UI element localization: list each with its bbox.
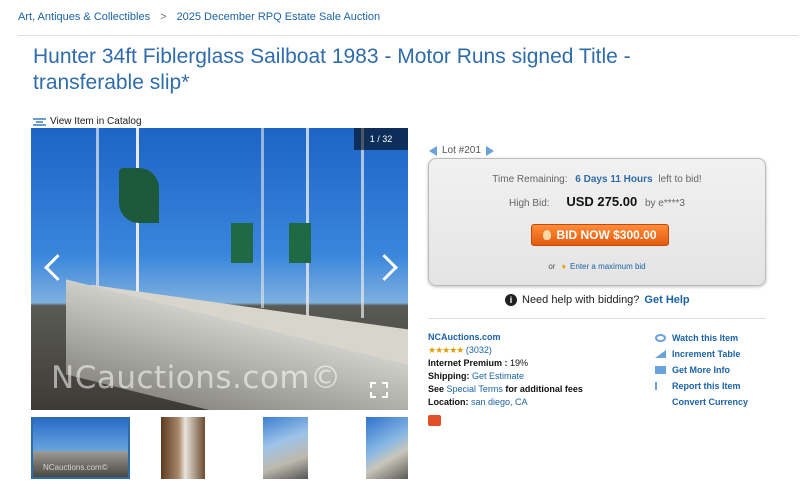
- divider: [18, 35, 798, 36]
- thumbnail-strip: NCauctions.com©: [31, 417, 408, 481]
- increment-table-action[interactable]: Increment Table: [655, 346, 748, 362]
- photo-watermark: NCauctions.com©: [51, 360, 342, 396]
- lightbulb-icon: [543, 230, 552, 240]
- high-bid-label: High Bid:: [509, 198, 550, 209]
- time-remaining-label: Time Remaining:: [492, 174, 568, 185]
- time-remaining: Time Remaining: 6 Days 11 Hours left to …: [429, 174, 765, 185]
- time-remaining-value: 6 Days 11 Hours: [575, 174, 653, 185]
- sail-cover: [119, 168, 159, 223]
- breadcrumb-category-link[interactable]: Art, Antiques & Collectibles: [18, 11, 150, 23]
- watch-item-link[interactable]: Watch this Item: [672, 330, 738, 346]
- thumbnail[interactable]: [263, 417, 308, 479]
- breadcrumb-auction-link[interactable]: 2025 December RPQ Estate Sale Auction: [177, 11, 381, 23]
- photo-counter: 1 / 32: [354, 128, 408, 150]
- star-icon: ♦: [561, 262, 566, 271]
- breadcrumb-separator: >: [160, 11, 167, 23]
- watch-item-action[interactable]: Watch this Item: [655, 330, 748, 346]
- thumbnail-watermark: NCauctions.com©: [43, 463, 108, 472]
- premium-value: 19%: [510, 358, 529, 368]
- item-actions: Watch this Item Increment Table Get More…: [655, 330, 748, 410]
- max-bid-prefix: or: [548, 262, 556, 271]
- lot-navigation: Lot #201: [429, 145, 494, 156]
- next-arrow-icon[interactable]: [378, 254, 394, 280]
- sail-canvas: [231, 223, 253, 263]
- bidding-help: i Need help with bidding? Get Help: [505, 294, 690, 306]
- mast: [261, 128, 264, 308]
- mast: [361, 128, 364, 318]
- time-remaining-suffix: left to bid!: [658, 174, 702, 185]
- increment-table-link[interactable]: Increment Table: [672, 346, 740, 362]
- bid-panel: Time Remaining: 6 Days 11 Hours left to …: [428, 158, 766, 286]
- more-info-action[interactable]: Get More Info: [655, 362, 748, 378]
- thumbnail[interactable]: [161, 417, 205, 479]
- terms-suffix: for additional fees: [505, 384, 583, 394]
- more-info-link[interactable]: Get More Info: [672, 362, 730, 378]
- info-icon: i: [505, 294, 517, 306]
- catalog-icon: [33, 117, 46, 126]
- location-label: Location:: [428, 397, 469, 407]
- rating-stars-icon: ★★★★★: [428, 345, 464, 355]
- main-photo[interactable]: 1 / 32 NCauctions.com©: [31, 128, 408, 410]
- max-bid-row: or ♦ Enter a maximum bid: [429, 262, 765, 271]
- shipping-label: Shipping:: [428, 371, 470, 381]
- fullscreen-icon[interactable]: [370, 382, 388, 398]
- envelope-icon: [655, 366, 666, 374]
- high-bidder: by e****3: [644, 198, 685, 209]
- location-link[interactable]: san diego, CA: [471, 397, 528, 407]
- shipping-estimate-link[interactable]: Get Estimate: [472, 371, 524, 381]
- view-in-catalog-link[interactable]: View Item in Catalog: [33, 116, 142, 127]
- report-item-action[interactable]: Report this Item: [655, 378, 748, 394]
- breadcrumb: Art, Antiques & Collectibles > 2025 Dece…: [18, 11, 380, 23]
- max-bid-link[interactable]: Enter a maximum bid: [570, 262, 646, 271]
- high-bid: High Bid: USD 275.00 by e****3: [429, 194, 765, 209]
- divider: [428, 318, 766, 319]
- seller-info: NCAuctions.com ★★★★★ (3032) Internet Pre…: [428, 331, 583, 430]
- bid-now-button[interactable]: BID NOW $300.00: [531, 224, 669, 246]
- thumbnail[interactable]: NCauctions.com©: [31, 417, 130, 479]
- high-bid-value: USD 275.00: [566, 194, 638, 209]
- seller-name-link[interactable]: NCAuctions.com: [428, 332, 501, 342]
- catalog-link-label: View Item in Catalog: [50, 116, 142, 127]
- rating-count-link[interactable]: (3032): [466, 345, 492, 355]
- lot-number: Lot #201: [442, 145, 481, 156]
- special-terms-link[interactable]: Special Terms: [447, 384, 503, 394]
- help-text: Need help with bidding?: [522, 294, 640, 306]
- flag-icon: [655, 382, 666, 390]
- page-title: Hunter 34ft Fiblerglass Sailboat 1983 - …: [33, 45, 631, 94]
- eye-icon: [655, 334, 666, 342]
- prev-arrow-icon[interactable]: [43, 254, 59, 280]
- terms-prefix: See: [428, 384, 445, 394]
- prev-lot-icon[interactable]: [429, 145, 437, 156]
- thumbnail[interactable]: [366, 417, 408, 479]
- next-lot-icon[interactable]: [485, 145, 494, 156]
- alert-flag-icon[interactable]: [428, 415, 441, 426]
- report-item-link[interactable]: Report this Item: [672, 378, 741, 394]
- bid-now-label: BID NOW $300.00: [556, 228, 657, 242]
- currency-icon: [655, 398, 666, 406]
- get-help-link[interactable]: Get Help: [644, 294, 689, 306]
- convert-currency-link[interactable]: Convert Currency: [672, 394, 748, 410]
- chart-icon: [655, 350, 666, 358]
- premium-label: Internet Premium :: [428, 358, 508, 368]
- sail-canvas: [289, 223, 311, 263]
- convert-currency-action[interactable]: Convert Currency: [655, 394, 748, 410]
